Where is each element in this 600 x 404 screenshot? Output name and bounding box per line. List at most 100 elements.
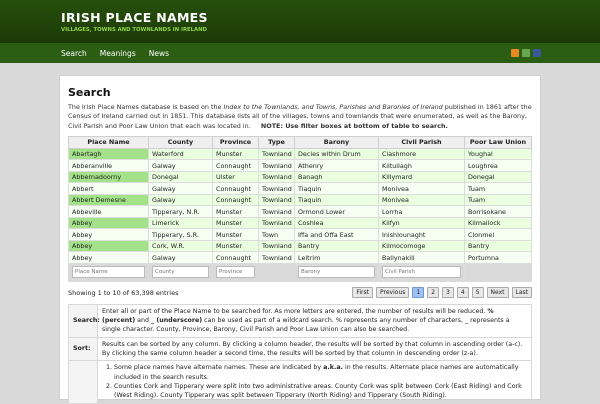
table-cell: Connaught — [212, 182, 259, 195]
table-row: Abbey Tipperary, S.R. Munster Town Iffa and … — [68, 228, 532, 241]
help-note-2: Counties Cork and Tipperary were split i… — [114, 382, 527, 401]
page-button-5[interactable]: 5 — [471, 287, 484, 299]
filter-input[interactable] — [298, 266, 375, 279]
table-cell: Townland — [258, 239, 295, 253]
table-row: Abbey Cork, W.R. Munster Townland Bantry Kilm… — [68, 239, 532, 253]
results-info: Showing 1 to 10 of 63,398 entries — [68, 288, 179, 297]
table-row: Abbey Galway Connaught Townland Leitrim Bally… — [68, 251, 532, 264]
pagination-row: Showing 1 to 10 of 63,398 entries First … — [68, 287, 532, 299]
table-header-row: Place Name County Province Type Barony Civil … — [68, 135, 532, 149]
table-cell: Townland — [258, 182, 295, 195]
filter-row — [68, 262, 532, 282]
share-icon[interactable] — [522, 49, 530, 57]
nav-search[interactable]: Search — [61, 49, 87, 58]
table-cell: Tipperary, S.R. — [148, 228, 213, 241]
nav-news[interactable]: News — [149, 49, 169, 58]
table-cell: Abbert Demesne — [68, 193, 149, 207]
column-header[interactable]: Place Name — [68, 135, 149, 149]
table-cell: Athenry — [294, 159, 379, 172]
table-cell: Munster — [212, 216, 259, 230]
table-cell: Bantry — [464, 239, 532, 253]
table-cell: Iffa and Offa East — [294, 228, 379, 241]
table-cell: Waterford — [148, 147, 213, 161]
table-cell: Townland — [258, 205, 295, 218]
index-title: Index to the Townlands, and Towns, Paris… — [223, 103, 443, 111]
table-cell: Abbey — [68, 251, 149, 264]
column-header[interactable]: Poor Law Union — [464, 135, 532, 149]
table-cell: Inishlounaght — [378, 228, 465, 241]
nav-meanings[interactable]: Meanings — [100, 49, 136, 58]
table-cell: Townland — [258, 159, 295, 172]
table-cell: Limerick — [148, 216, 213, 230]
filter-note: NOTE: Use filter boxes at bottom of tabl… — [260, 121, 448, 130]
pagination: First Previous 1 2 3 4 5 Next Last — [352, 287, 532, 299]
table-cell: Bantry — [294, 239, 379, 253]
first-page-button[interactable]: First — [352, 287, 374, 299]
table-cell: Abberanville — [68, 159, 149, 172]
table-cell: Monivea — [378, 182, 465, 195]
page-title: Search — [68, 86, 111, 99]
column-header[interactable]: Civil Parish — [378, 135, 465, 149]
table-cell: Killymard — [378, 170, 465, 184]
table-cell: Tipperary, N.R. — [148, 205, 213, 218]
page-button-2[interactable]: 2 — [427, 287, 440, 299]
table-cell: Ballynakill — [378, 251, 465, 264]
column-header[interactable]: Province — [212, 135, 259, 149]
table-cell: Kiltullagh — [378, 159, 465, 172]
table-cell: Munster — [212, 228, 259, 241]
table-row: Abbey Limerick Munster Townland Coshlea Kilfy… — [68, 216, 532, 230]
table-cell: Youghal — [464, 147, 532, 161]
main-nav: Search Meanings News — [0, 43, 600, 63]
table-cell: Galway — [148, 251, 213, 264]
filter-input[interactable] — [152, 266, 209, 279]
table-cell: Donegal — [464, 170, 532, 184]
table-cell: Townland — [258, 216, 295, 230]
table-cell: Galway — [148, 182, 213, 195]
rss-icon[interactable] — [511, 49, 519, 57]
column-header[interactable]: Barony — [294, 135, 379, 149]
table-cell: Townland — [258, 170, 295, 184]
table-cell: Donegal — [148, 170, 213, 184]
table-row: Abbert Demesne Galway Connaught Townland Tia… — [68, 193, 532, 207]
last-page-button[interactable]: Last — [511, 287, 532, 299]
site-subtitle: VILLAGES, TOWNS AND TOWNLANDS IN IRELAND — [61, 27, 207, 33]
table-cell: Clashmore — [378, 147, 465, 161]
table-cell: Connaught — [212, 193, 259, 207]
help-sort-row: Sort: Results can be sorted by any colum… — [68, 336, 532, 362]
filter-input[interactable] — [72, 266, 145, 279]
help-notes: Some place names have alternate names. T… — [97, 360, 532, 404]
table-cell: Abbernadoorny — [68, 170, 149, 184]
table-cell: Kilmocomoge — [378, 239, 465, 253]
table-cell: Townland — [258, 147, 295, 161]
table-cell: Kilfyn — [378, 216, 465, 230]
table-cell: Abbert — [68, 182, 149, 195]
filter-input[interactable] — [382, 266, 461, 279]
column-header[interactable]: County — [148, 135, 213, 149]
next-page-button[interactable]: Next — [486, 287, 509, 299]
help-notes-row: Some place names have alternate names. T… — [68, 360, 532, 404]
table-cell: Cork, W.R. — [148, 239, 213, 253]
page-button-1[interactable]: 1 — [412, 287, 425, 299]
help-sort-text: Results can be sorted by any column. By … — [97, 336, 532, 362]
table-cell: Banagh — [294, 170, 379, 184]
page-button-4[interactable]: 4 — [456, 287, 469, 299]
table-cell: Tiaquin — [294, 193, 379, 207]
site-title[interactable]: IRISH PLACE NAMES — [61, 10, 600, 25]
table-cell: Munster — [212, 239, 259, 253]
filter-input[interactable] — [216, 266, 255, 279]
table-cell: Galway — [148, 159, 213, 172]
help-search-label: Search: — [68, 303, 100, 338]
table-cell: Connaught — [212, 159, 259, 172]
table-cell: Abbey — [68, 216, 149, 230]
table-cell: Lorrha — [378, 205, 465, 218]
table-cell: Portumna — [464, 251, 532, 264]
previous-page-button[interactable]: Previous — [376, 287, 410, 299]
column-header[interactable]: Type — [258, 135, 295, 149]
facebook-icon[interactable] — [533, 49, 541, 57]
table-cell: Ormond Lower — [294, 205, 379, 218]
intro-text: The Irish Place Names database is based … — [68, 103, 532, 130]
help-search-text: Enter all or part of the Place Name to b… — [97, 303, 532, 338]
page-button-3[interactable]: 3 — [442, 287, 454, 299]
table-cell: Townland — [258, 193, 295, 207]
table-cell: Abbey — [68, 239, 149, 253]
